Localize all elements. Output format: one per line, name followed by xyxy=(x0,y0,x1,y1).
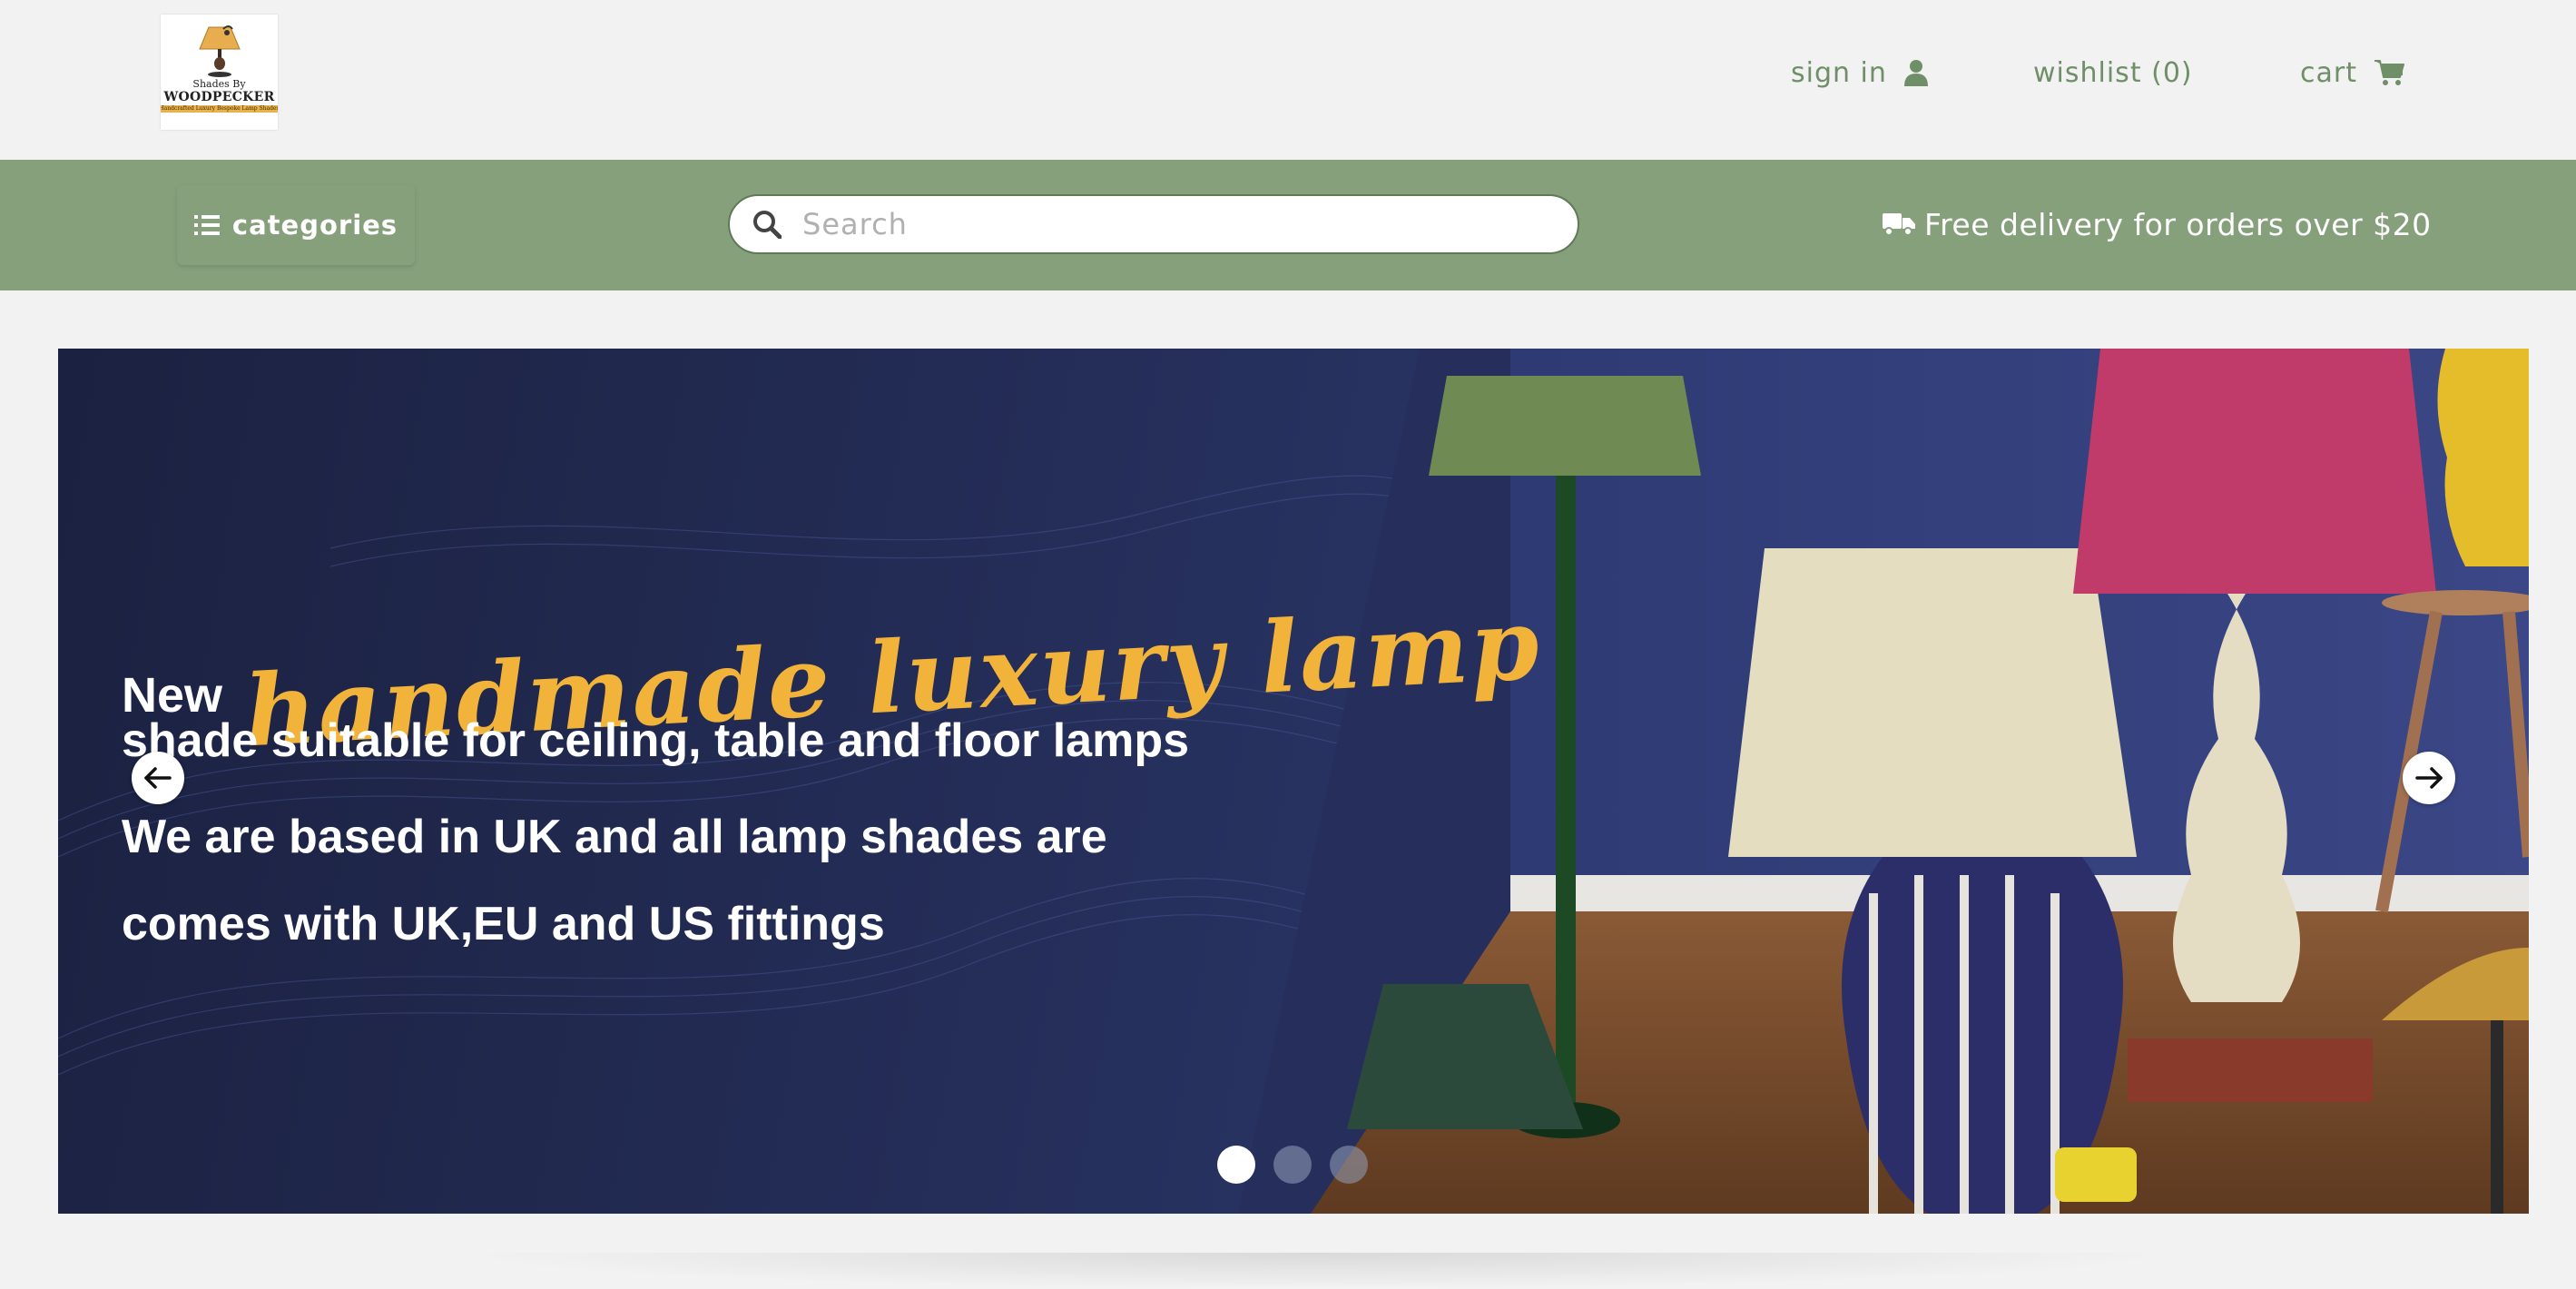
carousel-dot-2[interactable] xyxy=(1273,1146,1312,1184)
cart-link[interactable]: cart xyxy=(2300,53,2404,93)
carousel-dot-3[interactable] xyxy=(1330,1146,1368,1184)
arrow-right-icon xyxy=(2415,767,2443,789)
user-icon xyxy=(1903,60,1928,86)
site-logo[interactable]: Shades By WOODPECKER Handcrafted Luxury … xyxy=(161,15,278,130)
wishlist-label: wishlist (0) xyxy=(2033,56,2193,89)
logo-line-1: Shades By xyxy=(192,78,246,90)
cart-label: cart xyxy=(2300,56,2357,89)
categories-button[interactable]: categories xyxy=(177,185,415,265)
search-input[interactable] xyxy=(801,206,1549,242)
sign-in-link[interactable]: sign in xyxy=(1791,53,1929,93)
search-bar xyxy=(728,194,1579,254)
logo-line-3: Handcrafted Luxury Bespoke Lamp Shades xyxy=(161,105,278,113)
lamp-logo-icon xyxy=(198,25,241,77)
carousel-dot-1[interactable] xyxy=(1217,1146,1255,1184)
truck-icon xyxy=(1883,213,1915,236)
search-icon[interactable] xyxy=(752,209,782,240)
categories-label: categories xyxy=(231,210,398,241)
carousel-prev-button[interactable] xyxy=(132,752,184,804)
hero-line-1: shade suitable for ceiling, table and fl… xyxy=(122,714,1190,767)
section-divider-shadow xyxy=(454,1253,2178,1289)
hero-image xyxy=(58,349,2529,1214)
logo-line-2: WOODPECKER xyxy=(163,90,275,104)
hero-line-2: We are based in UK and all lamp shades a… xyxy=(122,811,1107,863)
arrow-left-icon xyxy=(144,767,172,789)
wishlist-link[interactable]: wishlist (0) xyxy=(2033,53,2193,93)
free-delivery-text: Free delivery for orders over $20 xyxy=(1924,206,2432,242)
hero-line-3: comes with UK,EU and US fittings xyxy=(122,898,885,950)
carousel-next-button[interactable] xyxy=(2403,752,2455,804)
hero-carousel: New handmade luxury lamp shade suitable … xyxy=(58,349,2529,1214)
sign-in-label: sign in xyxy=(1791,56,1887,89)
carousel-indicators xyxy=(1217,1146,1368,1184)
shopping-cart-icon xyxy=(2374,60,2404,85)
free-delivery-notice: Free delivery for orders over $20 xyxy=(1883,203,2432,245)
nav-bar: categories Free delivery for orders over… xyxy=(0,160,2576,290)
site-header: Shades By WOODPECKER Handcrafted Luxury … xyxy=(0,0,2576,160)
list-icon xyxy=(193,215,220,235)
